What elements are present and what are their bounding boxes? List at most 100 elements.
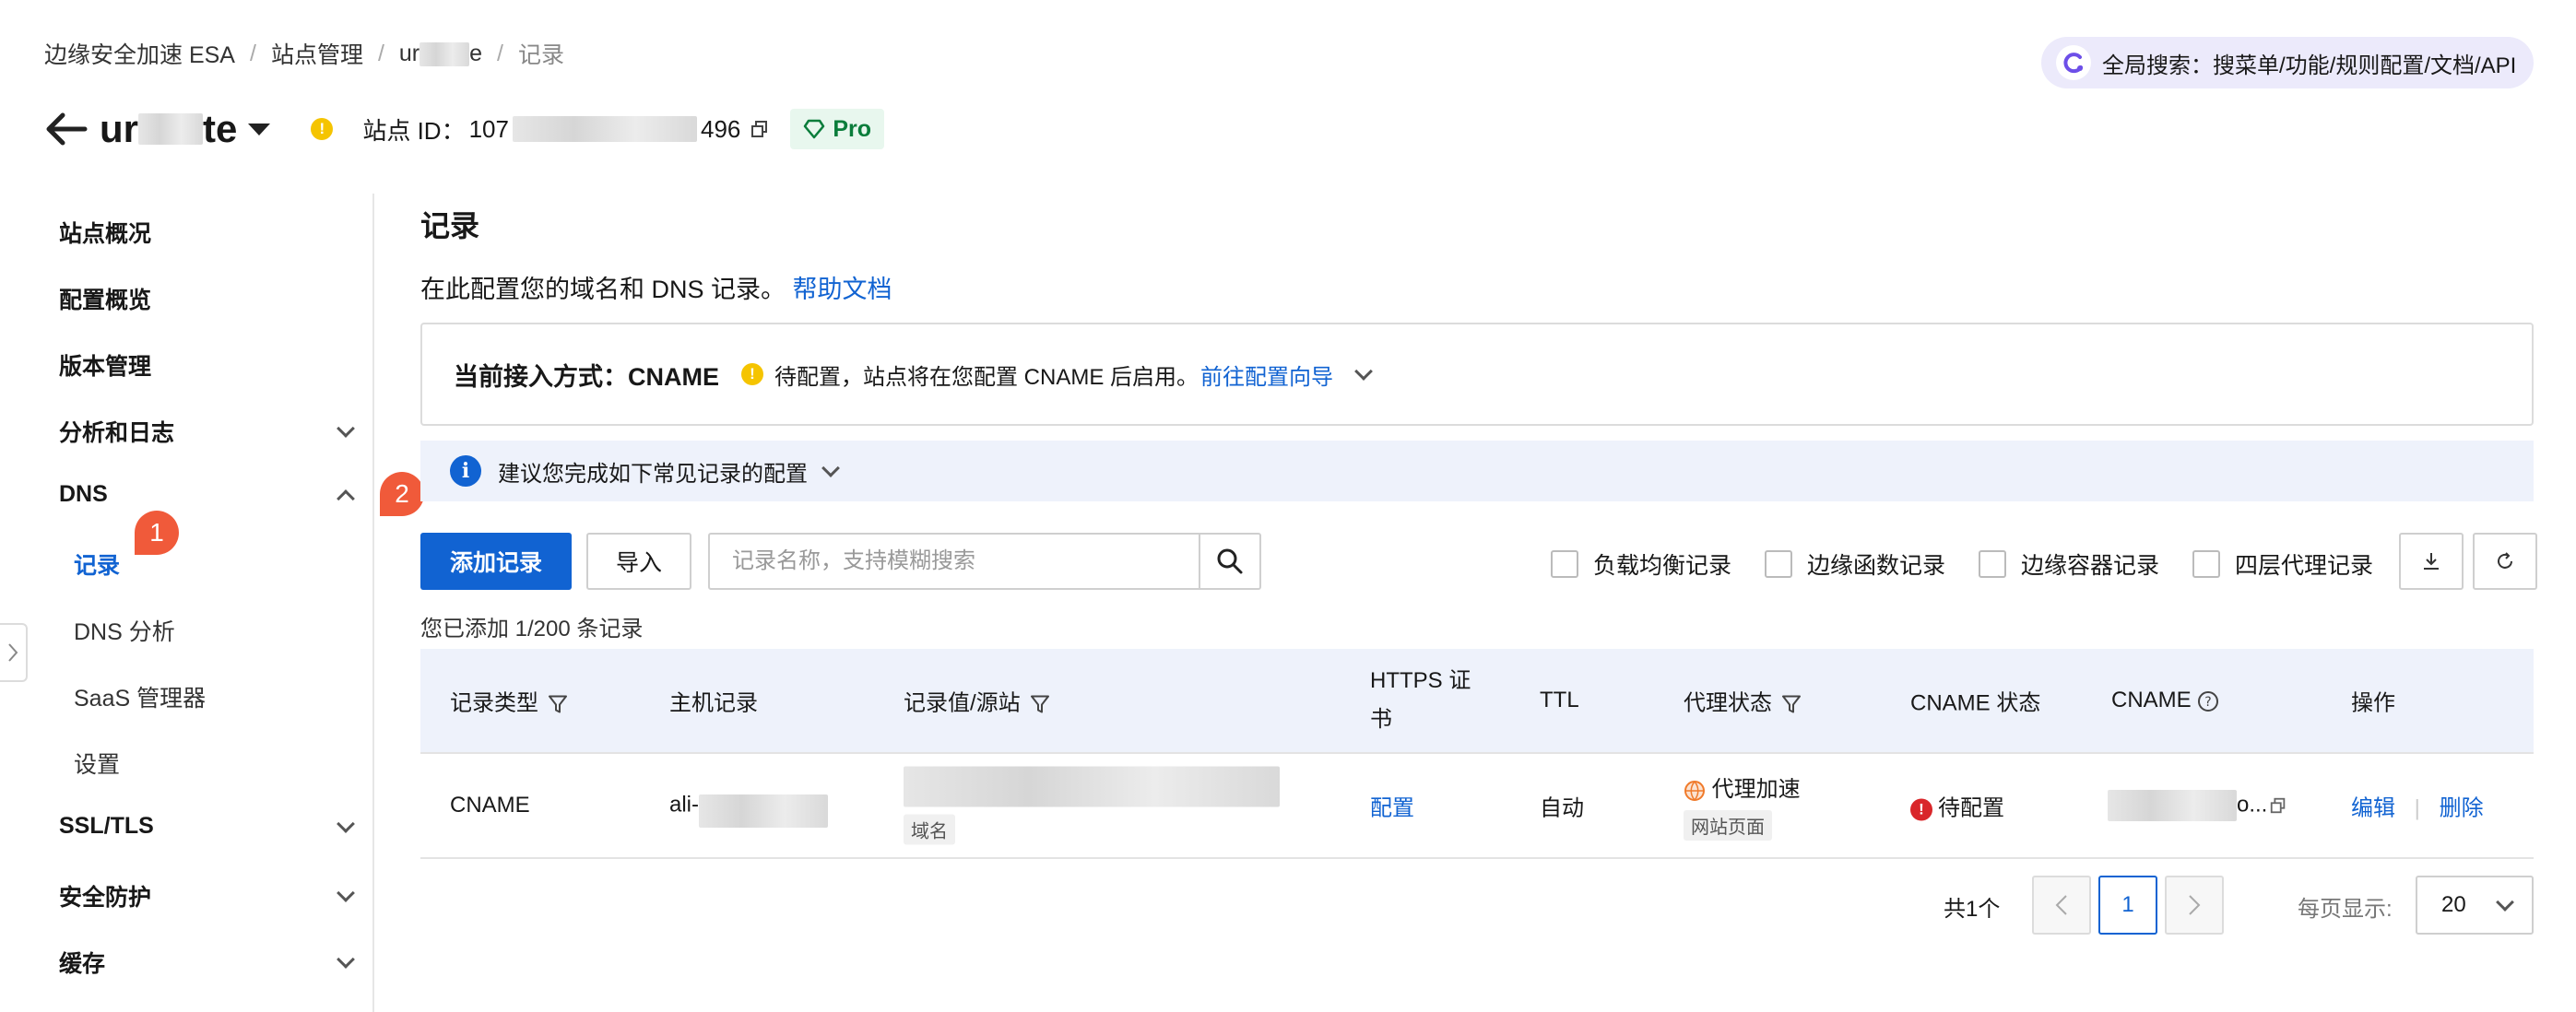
chevron-down-icon (337, 884, 355, 902)
breadcrumb: 边缘安全加速 ESA / 站点管理 / ur e / 记录 (44, 37, 564, 70)
chevron-right-icon (2189, 895, 2201, 915)
breadcrumb-item-site-management[interactable]: 站点管理 (271, 37, 363, 70)
chevron-right-icon (8, 643, 18, 662)
diamond-icon (804, 119, 825, 139)
chevron-down-icon[interactable] (1354, 362, 1373, 381)
prev-page-button[interactable] (2032, 876, 2091, 935)
proxy-type-tag: 网站页面 (1684, 810, 1772, 841)
filter-edge-container[interactable]: 边缘容器记录 (1979, 547, 2159, 581)
value-type-tag: 域名 (904, 814, 955, 845)
delete-link[interactable]: 删除 (2440, 796, 2484, 821)
tip-text: 建议您完成如下常见记录的配置 (498, 461, 808, 487)
page-size-label: 每页显示: (2298, 897, 2393, 922)
filter-load-balancer[interactable]: 负载均衡记录 (1551, 547, 1731, 581)
page-title: 记录 (420, 209, 480, 242)
copy-icon[interactable] (2269, 796, 2287, 815)
column-header-actions: 操作 (2351, 690, 2395, 716)
recommended-records-tip[interactable]: i 建议您完成如下常见记录的配置 (420, 441, 2534, 501)
column-header-host: 主机记录 (669, 690, 758, 716)
next-page-button[interactable] (2165, 876, 2224, 935)
sidebar-item-security[interactable]: 安全防护 (59, 879, 363, 912)
breadcrumb-item-site[interactable]: ur e (399, 41, 482, 67)
chevron-left-icon (2055, 895, 2067, 915)
checkbox[interactable] (1551, 550, 1578, 578)
proxy-accelerate-icon (1684, 780, 1705, 801)
breadcrumb-separator: / (497, 40, 503, 66)
column-header-cname-status: CNAME 状态 (1910, 690, 2041, 716)
copy-icon[interactable] (750, 119, 770, 139)
download-icon (2424, 553, 2439, 570)
filter-edge-function[interactable]: 边缘函数记录 (1765, 547, 1945, 581)
warning-icon: ! (741, 363, 763, 385)
column-header-https: HTTPS 证书 (1370, 668, 1471, 732)
download-button[interactable] (2399, 533, 2464, 590)
sidebar-item-overview[interactable]: 站点概况 (59, 216, 363, 249)
plan-badge: Pro (790, 109, 885, 149)
sidebar-item-dns-analytics[interactable]: DNS 分析 (74, 614, 378, 647)
filter-l4-proxy[interactable]: 四层代理记录 (2192, 547, 2373, 581)
access-mode-label: 当前接入方式：CNAME (454, 362, 719, 391)
chevron-down-icon (337, 419, 355, 438)
step-badge-1: 1 (135, 511, 179, 555)
info-icon: i (450, 455, 481, 487)
help-icon: ? (2197, 690, 2218, 712)
access-status-text: 待配置，站点将在您配置 CNAME 后启用。 (774, 364, 1199, 390)
table-row: CNAME ali- 域名 配置 自动 代理加速 网站页面 ! 待配置 o... … (420, 754, 2534, 859)
page-number-current[interactable]: 1 (2098, 876, 2157, 935)
sidebar-item-version[interactable]: 版本管理 (59, 348, 363, 382)
breadcrumb-item-esa[interactable]: 边缘安全加速 ESA (44, 37, 235, 70)
import-button[interactable]: 导入 (586, 533, 691, 590)
site-selector[interactable]: ur te (100, 107, 271, 151)
pagination-total: 共1个 (1944, 897, 2001, 922)
column-header-type[interactable]: 记录类型 (450, 685, 568, 717)
sidebar-item-config-overview[interactable]: 配置概览 (59, 282, 363, 315)
table-header: 记录类型 主机记录 记录值/源站 HTTPS 证书 TTL 代理状态 CNAME… (420, 649, 2534, 754)
svg-text:?: ? (2204, 695, 2211, 710)
filter-icon (1030, 695, 1049, 713)
record-count: 您已添加 1/200 条记录 (420, 617, 644, 641)
search-button[interactable] (1199, 535, 1259, 588)
sidebar-item-cache[interactable]: 缓存 (59, 946, 363, 979)
search-logo-icon (2056, 45, 2091, 80)
search-input[interactable] (710, 535, 1199, 588)
global-search-button[interactable]: 全局搜索：搜菜单/功能/规则配置/文档/API (2041, 37, 2534, 88)
sidebar-item-settings[interactable]: 设置 (74, 747, 378, 780)
edit-link[interactable]: 编辑 (2351, 796, 2395, 821)
column-header-proxy[interactable]: 代理状态 (1684, 685, 1802, 717)
global-search-label: 全局搜索：搜菜单/功能/规则配置/文档/API (2102, 53, 2517, 78)
page-size-select[interactable]: 20 (2416, 876, 2534, 935)
sidebar-item-saas[interactable]: SaaS 管理器 (74, 680, 378, 713)
breadcrumb-separator: / (377, 40, 384, 66)
cell-ttl: 自动 (1540, 795, 1584, 821)
https-config-link[interactable]: 配置 (1370, 790, 1414, 822)
sidebar-item-dns[interactable]: DNS (59, 481, 363, 508)
breadcrumb-separator: / (249, 40, 256, 66)
step-badge-2: 2 (380, 472, 424, 516)
chevron-down-icon (821, 459, 840, 477)
caret-down-icon (248, 123, 271, 135)
sidebar-item-records[interactable]: 记录 (74, 547, 378, 581)
sidebar-item-analytics[interactable]: 分析和日志 (59, 415, 363, 448)
add-record-button[interactable]: 添加记录 (420, 533, 572, 590)
action-divider: | (2414, 795, 2420, 821)
refresh-button[interactable] (2473, 533, 2537, 590)
checkbox[interactable] (1765, 550, 1792, 578)
cell-cname-status: ! 待配置 (1910, 790, 2004, 822)
chevron-up-icon (337, 488, 355, 508)
column-header-value[interactable]: 记录值/源站 (904, 685, 1050, 717)
chevron-down-icon (337, 950, 355, 969)
help-doc-link[interactable]: 帮助文档 (793, 276, 892, 303)
filter-icon (549, 695, 567, 713)
column-header-ttl: TTL (1540, 688, 1579, 712)
sidebar-item-ssl[interactable]: SSL/TLS (59, 813, 363, 840)
back-arrow-icon[interactable] (41, 103, 92, 155)
checkbox[interactable] (1979, 550, 2006, 578)
error-icon: ! (1910, 798, 1932, 821)
breadcrumb-item-current: 记录 (518, 42, 565, 68)
site-id: 站点 ID： 107 496 (362, 112, 770, 147)
cell-host: ali- (669, 783, 829, 828)
checkbox[interactable] (2192, 550, 2220, 578)
search-icon (1217, 548, 1243, 574)
sidebar-expand-toggle[interactable] (0, 623, 28, 682)
config-wizard-link[interactable]: 前往配置向导 (1200, 359, 1333, 391)
